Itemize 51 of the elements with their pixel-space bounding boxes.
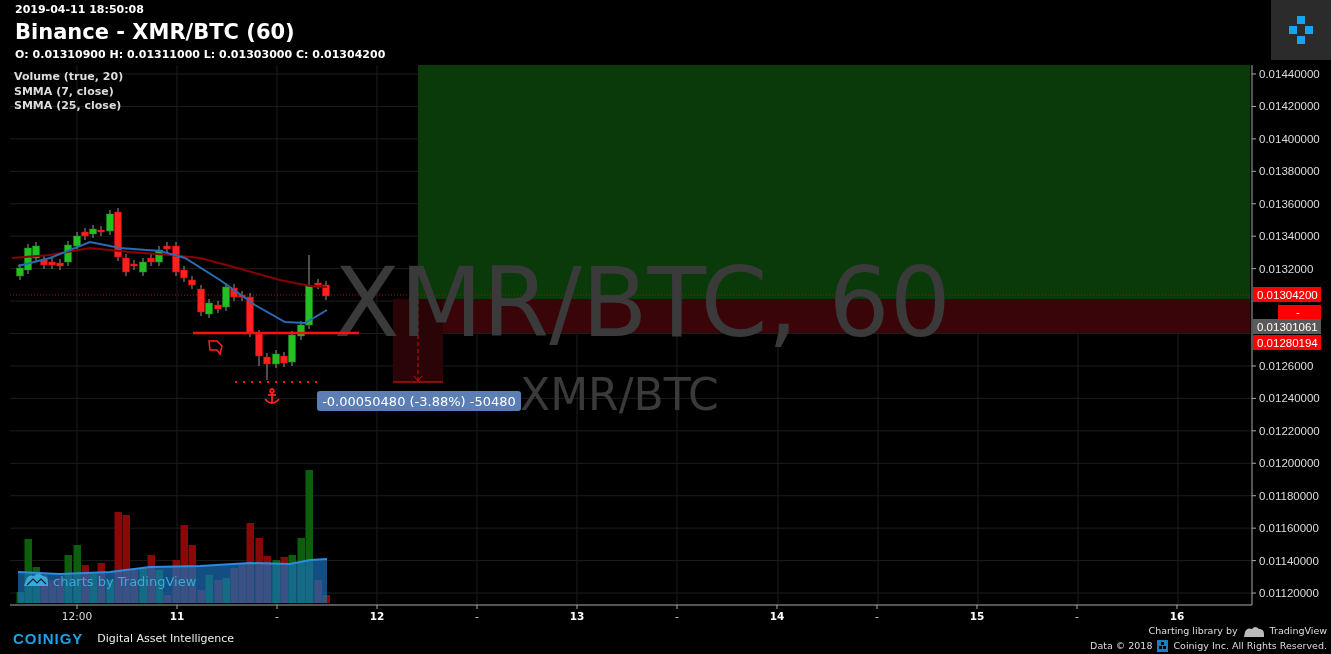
chart-title: Binance - XMR/BTC (60)	[15, 19, 296, 46]
indicator-legend: SMMA (25, close)	[14, 99, 122, 112]
time-tick: 14	[769, 610, 785, 622]
brand-logo: COINIGY	[13, 630, 84, 647]
price-tick: 0.01240000	[1259, 392, 1320, 405]
time-tick: 11	[169, 610, 185, 622]
blocks-icon	[1289, 16, 1313, 44]
price-tick: 0.01400000	[1259, 132, 1320, 145]
price-tick: 0.01120000	[1259, 587, 1319, 600]
time-tick: -	[475, 610, 479, 622]
time-tick: -	[1075, 610, 1079, 622]
price-marker: 0.01280194	[1253, 335, 1321, 350]
time-tick: -	[675, 610, 679, 622]
price-tick: 0.01140000	[1259, 554, 1319, 567]
price-tick: 0.01220000	[1259, 424, 1320, 437]
cloud-icon	[24, 573, 48, 586]
cloud-icon	[1242, 625, 1265, 637]
time-tick: 13	[569, 610, 585, 622]
price-marker: 0.01301061	[1253, 319, 1321, 334]
price-tick: 0.01420000	[1259, 100, 1320, 113]
time-tick: 16	[1169, 610, 1185, 622]
charting-credit: Charting library by	[1148, 625, 1238, 637]
indicator-legend: Volume (true, 20)	[14, 70, 124, 83]
time-tick: 12:00	[61, 610, 93, 622]
indicator-legend: SMMA (7, close)	[14, 84, 114, 98]
ohlc-values: O: 0.01310900 H: 0.01311000 L: 0.01303000 C: 0.01304200	[15, 48, 386, 62]
price-tick: 0.01340000	[1259, 230, 1320, 243]
tradingview-link[interactable]: TradingView	[1269, 625, 1327, 637]
measure-label: -0.00050480 (-3.88%) -50480	[317, 391, 521, 411]
time-tick: 12	[369, 610, 385, 622]
price-tick: 0.01360000	[1259, 197, 1320, 210]
price-tick: 0.01200000	[1259, 457, 1320, 470]
rights-text: Coinigy Inc. All Rights Reserved.	[1173, 640, 1327, 652]
data-copyright: Data © 2018	[1090, 640, 1153, 652]
timestamp: 2019-04-11 18:50:08	[15, 3, 145, 17]
price-marker: -	[1278, 305, 1321, 319]
price-tick: 0.0132000	[1259, 262, 1314, 275]
price-tick: 0.01440000	[1259, 68, 1320, 80]
time-tick: -	[875, 610, 879, 622]
symbol-watermark: XMR/BTC, 60	[334, 247, 951, 359]
price-marker: 0.01304200	[1253, 287, 1321, 302]
tagline: Digital Asset Intelligence	[97, 632, 235, 645]
price-tick: 0.01160000	[1259, 522, 1319, 535]
time-tick: -	[275, 610, 279, 622]
symbol-watermark: XMR/BTC	[520, 369, 719, 420]
anchor-icon	[264, 388, 280, 405]
attribution-text: charts by TradingView	[53, 574, 197, 589]
price-tick: 0.0126000	[1259, 359, 1314, 372]
price-tick: 0.01380000	[1259, 165, 1320, 178]
time-tick: 15	[969, 610, 985, 622]
price-tick: 0.01180000	[1259, 489, 1319, 502]
